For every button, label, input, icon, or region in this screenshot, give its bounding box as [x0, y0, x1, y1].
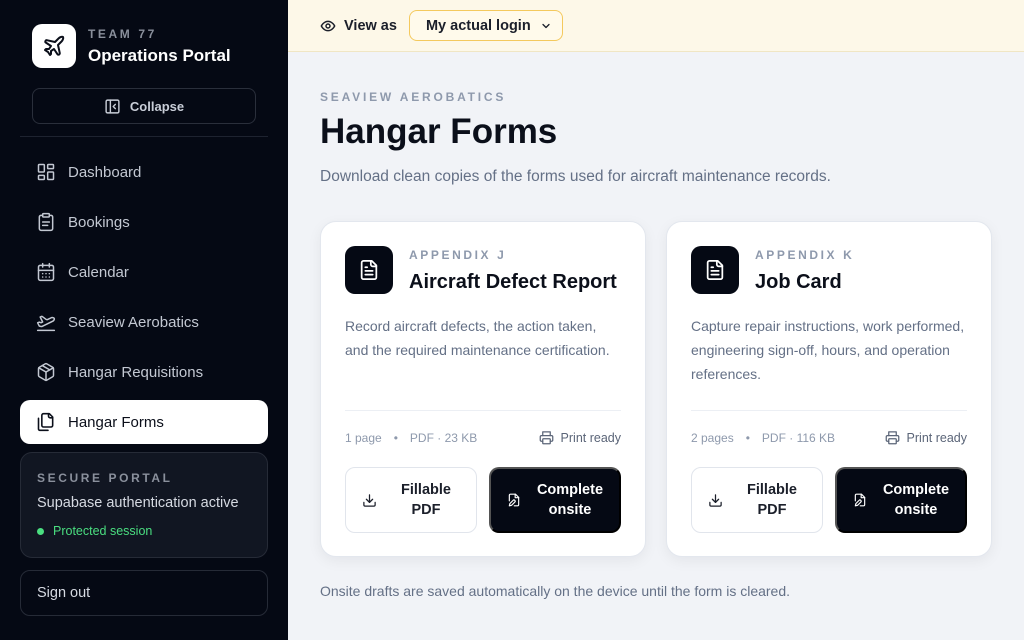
complete-onsite-button[interactable]: Complete onsite: [835, 467, 967, 533]
sidebar-item-hangar-requisitions[interactable]: Hangar Requisitions: [20, 350, 268, 394]
form-title: Job Card: [755, 271, 842, 293]
fillable-pdf-label: Fillable PDF: [401, 482, 451, 518]
sign-out-button[interactable]: Sign out: [20, 570, 268, 616]
calendar-icon: [37, 262, 55, 282]
sidebar-nav: Dashboard Bookings Calendar Seaview Aero…: [20, 150, 268, 450]
fillable-pdf-button[interactable]: Fillable PDF: [345, 467, 477, 533]
dashboard-icon: [37, 163, 55, 181]
fillable-pdf-label: Fillable PDF: [747, 482, 797, 518]
sidebar-item-label: Calendar: [68, 263, 129, 281]
complete-onsite-button[interactable]: Complete onsite: [489, 467, 621, 533]
autosave-note: Onsite drafts are saved automatically on…: [320, 583, 791, 599]
view-as-bar: View as My actual login: [288, 0, 1024, 52]
card-divider: [691, 410, 967, 411]
sidebar-item-label: Hangar Forms: [68, 413, 164, 431]
appendix-label: APPENDIX J: [409, 248, 507, 262]
plane-logo-icon: [32, 24, 76, 68]
session-status-label: Protected session: [53, 524, 153, 538]
edit-document-icon: [854, 493, 866, 507]
chevron-down-icon: [542, 23, 550, 28]
form-description: Record aircraft defects, the action take…: [345, 318, 610, 358]
fillable-pdf-button[interactable]: Fillable PDF: [691, 467, 823, 533]
file-info: PDF · 23 KB: [409, 430, 478, 445]
session-status: Protected session: [37, 524, 251, 538]
appendix-label: APPENDIX K: [755, 248, 855, 262]
sidebar-divider: [20, 136, 268, 137]
sidebar-item-calendar[interactable]: Calendar: [20, 250, 268, 294]
sidebar-item-label: Dashboard: [68, 163, 142, 181]
form-meta: 2 pages • PDF · 116 KB Print ready: [691, 430, 967, 445]
package-icon: [37, 362, 55, 382]
sidebar-item-label: Bookings: [68, 213, 130, 231]
view-as-select[interactable]: My actual login: [408, 10, 563, 41]
document-icon: [691, 246, 739, 294]
sidebar-item-label: Seaview Aerobatics: [68, 313, 199, 331]
page-title: Hangar Forms: [320, 112, 558, 151]
sidebar: TEAM 77 Operations Portal Collapse Dashb…: [0, 0, 288, 640]
meta-separator: •: [745, 430, 750, 445]
print-ready-badge: Print ready: [539, 430, 621, 445]
card-divider: [345, 410, 621, 411]
view-as-label: View as: [320, 18, 397, 34]
eye-icon: [320, 20, 336, 31]
status-dot-icon: [37, 527, 44, 535]
sidebar-item-seaview-aerobatics[interactable]: Seaview Aerobatics: [20, 300, 268, 344]
collapse-button[interactable]: Collapse: [32, 88, 256, 124]
app-name: Operations Portal: [88, 45, 231, 65]
secure-portal-panel: SECURE PORTAL Supabase authentication ac…: [20, 452, 268, 558]
page-count: 1 page: [345, 430, 382, 445]
sidebar-item-dashboard[interactable]: Dashboard: [20, 150, 268, 194]
print-ready-badge: Print ready: [885, 430, 967, 445]
meta-separator: •: [393, 430, 398, 445]
page-subtitle: Download clean copies of the forms used …: [320, 168, 831, 185]
plane-takeoff-icon: [36, 315, 56, 332]
printer-icon: [539, 431, 553, 445]
edit-document-icon: [508, 493, 520, 507]
files-icon: [37, 412, 54, 432]
form-meta: 1 page • PDF · 23 KB Print ready: [345, 430, 621, 445]
form-card-defect-report: APPENDIX J Aircraft Defect Report Record…: [320, 221, 646, 557]
download-icon: [709, 493, 722, 507]
brand: TEAM 77 Operations Portal: [32, 24, 231, 68]
sidebar-item-label: Hangar Requisitions: [68, 363, 204, 381]
complete-onsite-label: Complete onsite: [882, 482, 950, 518]
form-description: Capture repair instructions, work perfor…: [691, 318, 965, 382]
auth-status-text: Supabase authentication active: [37, 495, 239, 511]
view-as-text: View as: [344, 17, 397, 34]
file-info: PDF · 116 KB: [761, 430, 836, 445]
complete-onsite-label: Complete onsite: [536, 482, 604, 518]
section-eyebrow: SEAVIEW AEROBATICS: [320, 90, 507, 104]
clipboard-icon: [38, 212, 54, 232]
document-icon: [345, 246, 393, 294]
page-count: 2 pages: [691, 430, 734, 445]
view-as-selected-value: My actual login: [425, 17, 531, 34]
team-label: TEAM 77: [88, 26, 157, 41]
panel-collapse-icon: [105, 98, 120, 114]
printer-icon: [885, 431, 899, 445]
collapse-label: Collapse: [129, 98, 185, 114]
app: TEAM 77 Operations Portal Collapse Dashb…: [0, 0, 1024, 640]
form-title: Aircraft Defect Report: [409, 271, 617, 293]
sidebar-item-hangar-forms[interactable]: Hangar Forms: [20, 400, 268, 444]
print-ready-label: Print ready: [560, 430, 621, 445]
sidebar-item-bookings[interactable]: Bookings: [20, 200, 268, 244]
download-icon: [363, 493, 376, 507]
form-card-job-card: APPENDIX K Job Card Capture repair instr…: [666, 221, 992, 557]
print-ready-label: Print ready: [906, 430, 967, 445]
secure-portal-title: SECURE PORTAL: [37, 471, 173, 485]
